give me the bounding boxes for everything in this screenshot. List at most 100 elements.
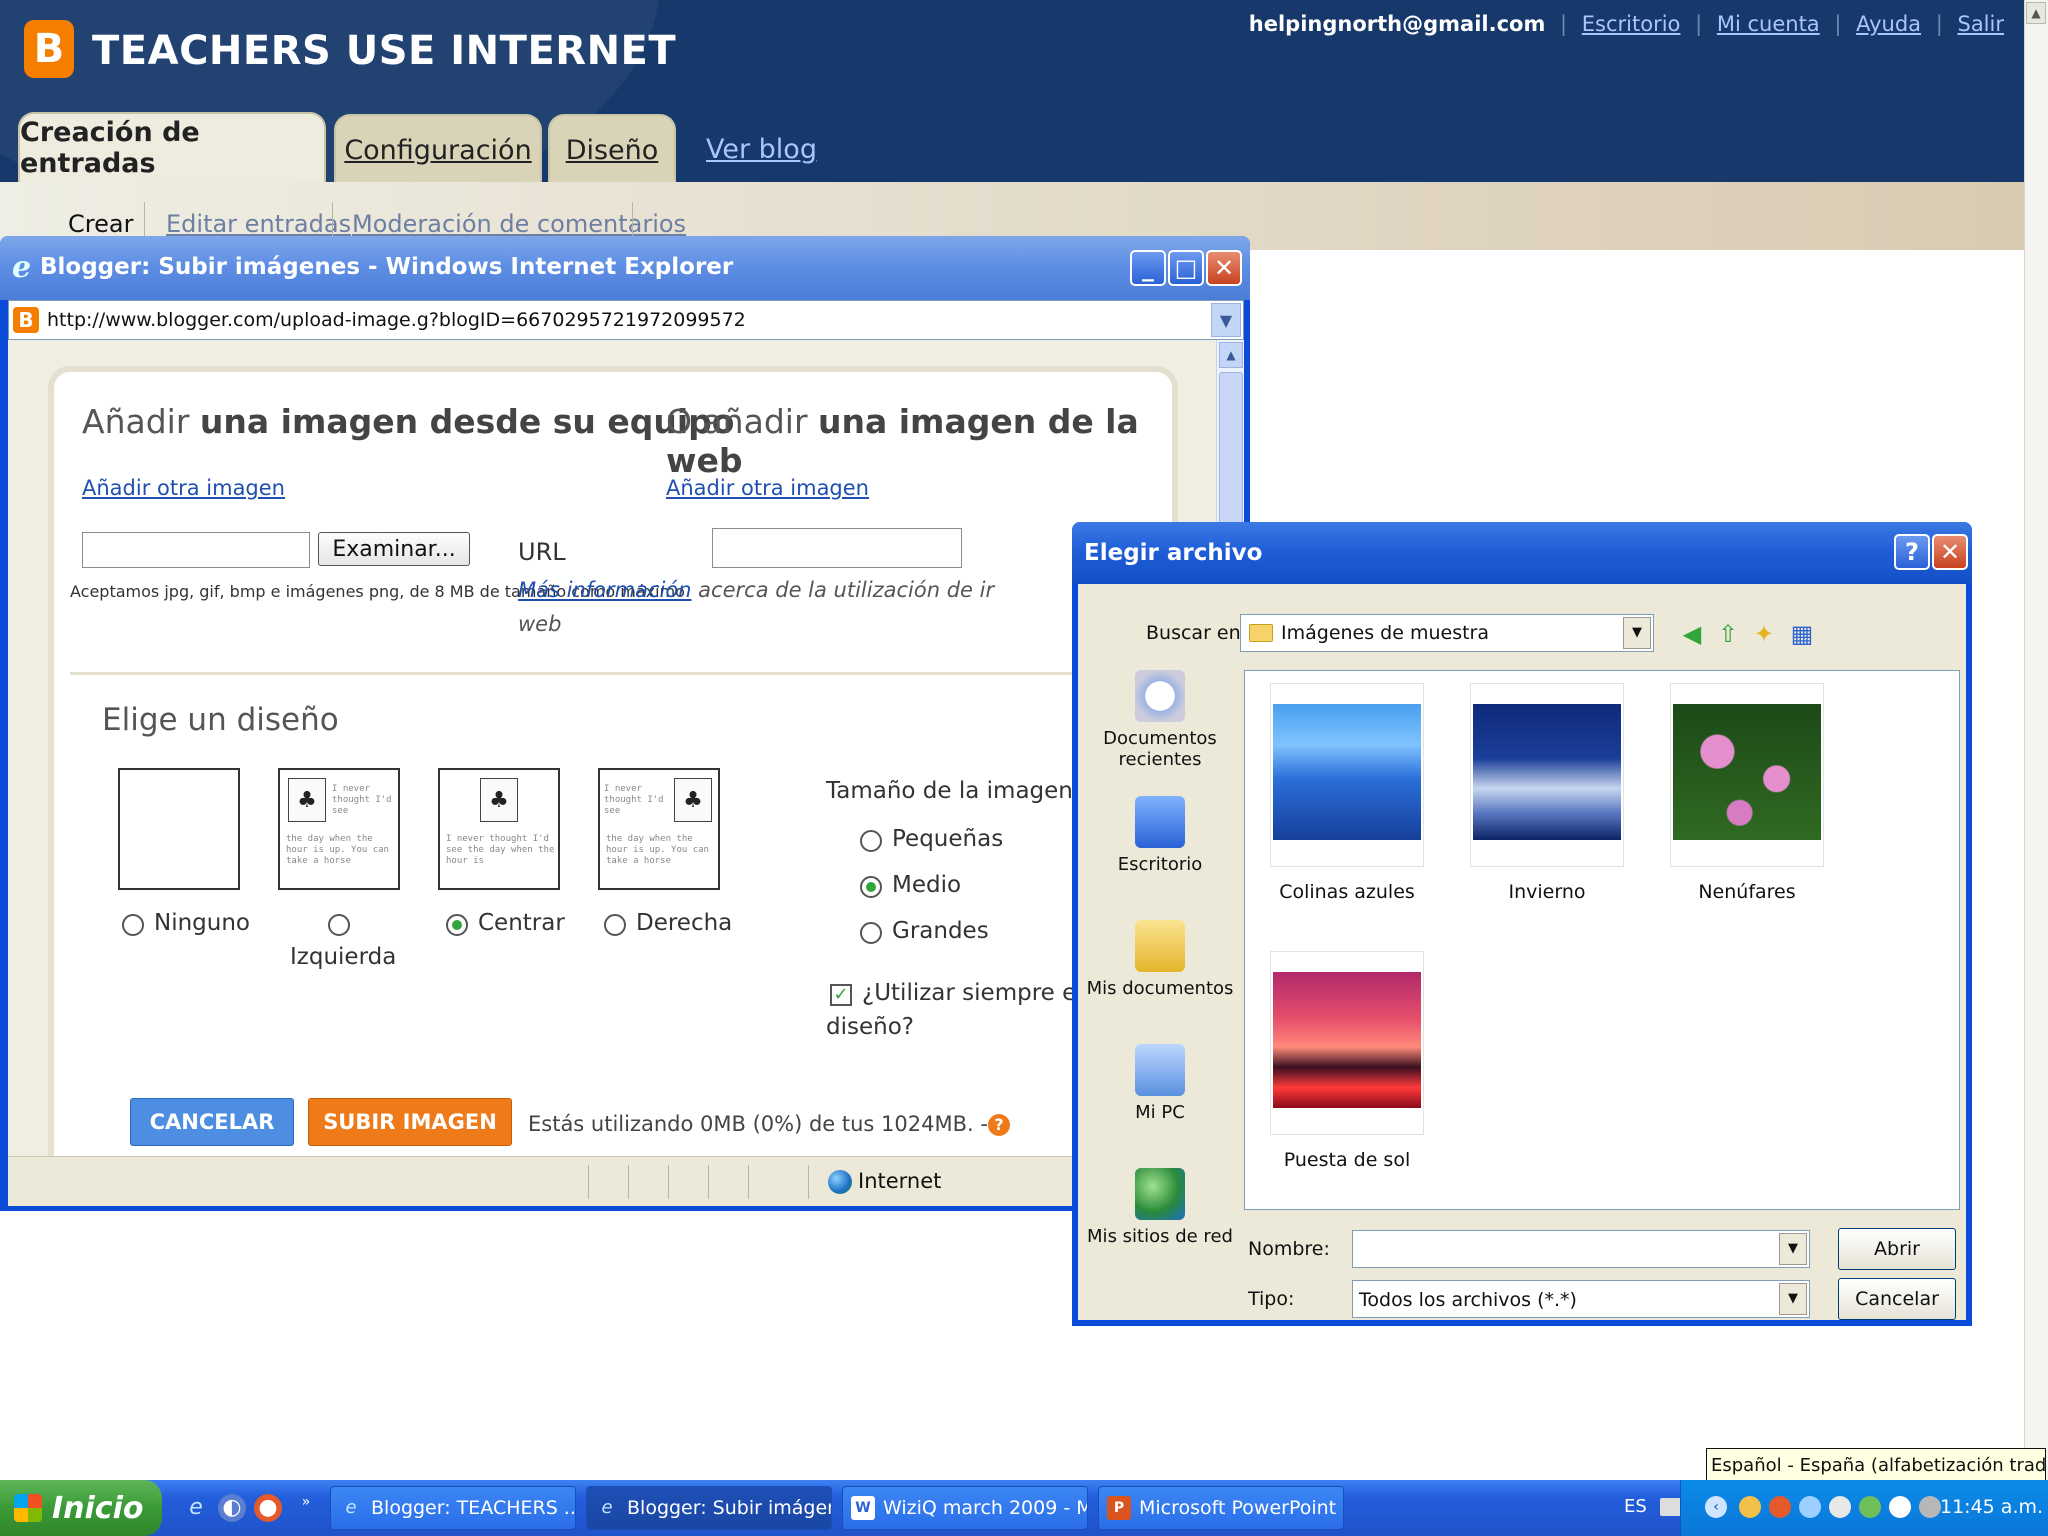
close-icon[interactable]: ✕ [1932, 534, 1968, 570]
subtab-create[interactable]: Crear [68, 210, 133, 238]
back-icon[interactable]: ◀ [1678, 620, 1706, 648]
system-clock[interactable]: 11:45 a.m. [1940, 1496, 2043, 1518]
page-scroll-up-icon[interactable]: ▲ [2026, 2, 2046, 24]
link-sign-out[interactable]: Salir [1957, 12, 2004, 36]
subtab-moderate-comments[interactable]: Moderación de comentarios [352, 210, 686, 238]
look-in-select[interactable]: Imágenes de muestra ▼ [1240, 614, 1654, 652]
file-type-label: Tipo: [1248, 1288, 1295, 1310]
layout-preview-center[interactable]: ♣ I never thought I'd see the day when t… [438, 768, 560, 890]
tab-view-blog[interactable]: Ver blog [706, 134, 817, 165]
size-radio-small[interactable] [860, 830, 882, 852]
ie-status-bar: Internet [8, 1156, 1244, 1206]
antivirus-icon[interactable] [1859, 1496, 1881, 1518]
always-use-checkbox[interactable]: ✓ [830, 984, 852, 1006]
language-indicator[interactable]: ES [1624, 1496, 1647, 1517]
address-bar[interactable]: B http://www.blogger.com/upload-image.g?… [8, 300, 1244, 340]
places-my-computer[interactable]: Mi PC [1084, 1044, 1236, 1123]
subtab-edit-posts[interactable]: Editar entradas [166, 210, 351, 238]
tab-settings[interactable]: Configuración [334, 114, 542, 182]
address-url[interactable]: http://www.blogger.com/upload-image.g?bl… [47, 309, 746, 331]
page-scrollbar[interactable] [2024, 0, 2048, 1480]
link-my-account[interactable]: Mi cuenta [1717, 12, 1820, 36]
file-name-input[interactable]: ▼ [1352, 1230, 1810, 1268]
new-folder-icon[interactable]: ✦ [1750, 620, 1778, 648]
dialog-cancel-button[interactable]: Cancelar [1838, 1278, 1956, 1320]
places-my-documents[interactable]: Mis documentos [1084, 920, 1236, 999]
security-shield-icon[interactable] [1799, 1496, 1821, 1518]
network-icon[interactable] [1829, 1496, 1851, 1518]
help-icon[interactable]: ? [987, 1114, 1010, 1136]
file-type-select[interactable]: Todos los archivos (*.*) ▼ [1352, 1280, 1810, 1318]
tab-layout[interactable]: Diseño [548, 114, 676, 182]
layout-preview-none[interactable] [118, 768, 240, 890]
ie-quicklaunch-icon[interactable]: e [182, 1494, 210, 1522]
network-places-icon [1135, 1168, 1185, 1220]
task-wiziq[interactable]: W WiziQ march 2009 - M... [842, 1486, 1088, 1530]
add-another-image-link-web[interactable]: Añadir otra imagen [666, 476, 869, 500]
start-button[interactable]: Inicio [0, 1480, 162, 1536]
chevron-down-icon[interactable]: ▼ [1623, 617, 1651, 649]
layout-radio-none[interactable] [122, 914, 144, 936]
scroll-up-icon[interactable]: ▲ [1219, 342, 1243, 368]
blog-title[interactable]: TEACHERS USE INTERNET [92, 28, 676, 74]
storage-quota-note: Estás utilizando 0MB (0%) de tus 1024MB.… [528, 1112, 1010, 1136]
heading-prefix: Añadir [82, 402, 200, 441]
firefox-quicklaunch-icon[interactable]: ● [254, 1494, 282, 1522]
open-button[interactable]: Abrir [1838, 1228, 1956, 1270]
sample-text: the day when the hour is up. You can tak… [606, 834, 709, 866]
dialog-titlebar[interactable]: Elegir archivo ? ✕ [1072, 522, 1972, 584]
volume-icon[interactable] [1919, 1496, 1941, 1518]
link-dashboard[interactable]: Escritorio [1582, 12, 1681, 36]
chevron-down-icon[interactable]: ▼ [1779, 1283, 1807, 1315]
up-folder-icon[interactable]: ⇧ [1714, 620, 1742, 648]
add-another-image-link-local[interactable]: Añadir otra imagen [82, 476, 285, 500]
layout-preview-right[interactable]: I never thought I'd see ♣ the day when t… [598, 768, 720, 890]
places-label: Mis documentos [1086, 978, 1234, 999]
app-tray-icon[interactable] [1769, 1496, 1791, 1518]
close-icon[interactable]: ✕ [1206, 250, 1242, 286]
file-chooser-dialog: Elegir archivo ? ✕ Buscar en: Imágenes d… [1072, 522, 1972, 1326]
task-blogger-teachers[interactable]: e Blogger: TEACHERS ... [330, 1486, 576, 1530]
maximize-icon[interactable]: □ [1168, 250, 1204, 286]
file-item-water-lilies[interactable]: Nenúfares [1667, 683, 1827, 903]
file-item-winter[interactable]: Invierno [1467, 683, 1627, 903]
tab-posting[interactable]: Creación de entradas [18, 112, 326, 182]
task-blogger-upload[interactable]: e Blogger: Subir imágen... [586, 1486, 832, 1530]
chevron-down-icon[interactable]: ▼ [1779, 1233, 1807, 1265]
places-recent-documents[interactable]: Documentos recientes [1084, 670, 1236, 770]
more-info-text-2: web [518, 612, 562, 636]
cancel-button[interactable]: CANCELAR [130, 1098, 294, 1146]
task-powerpoint[interactable]: P Microsoft PowerPoint ... [1098, 1486, 1344, 1530]
more-info-link[interactable]: Más información [518, 578, 692, 602]
file-item-sunset[interactable]: Puesta de sol [1267, 951, 1427, 1171]
heading-bold: una imagen desde su equipo [199, 402, 735, 441]
tab-settings-label: Configuración [344, 134, 532, 166]
link-help[interactable]: Ayuda [1856, 12, 1921, 36]
view-menu-icon[interactable]: ▦ [1788, 620, 1816, 648]
places-network[interactable]: Mis sitios de red [1084, 1168, 1236, 1247]
minimize-icon[interactable]: _ [1130, 250, 1166, 286]
layout-preview-left[interactable]: ♣ I never thought I'd see the day when t… [278, 768, 400, 890]
layout-radio-center[interactable] [446, 914, 468, 936]
quicklaunch-overflow-icon[interactable]: » [292, 1488, 320, 1516]
help-icon[interactable]: ? [1894, 534, 1930, 570]
layout-radio-left[interactable] [328, 914, 350, 936]
status-separator [708, 1165, 709, 1199]
blogger-logo-icon[interactable]: B [24, 20, 74, 78]
messenger-icon[interactable] [1739, 1496, 1761, 1518]
image-url-input[interactable] [712, 528, 962, 568]
file-path-input[interactable] [82, 532, 310, 568]
balloon-icon[interactable] [1889, 1496, 1911, 1518]
browser-quicklaunch-icon[interactable]: ◐ [218, 1494, 246, 1522]
tray-expand-icon[interactable]: ‹ [1705, 1496, 1727, 1518]
layout-radio-right[interactable] [604, 914, 626, 936]
ie-titlebar[interactable]: e Blogger: Subir imágenes - Windows Inte… [0, 236, 1250, 300]
size-radio-large[interactable] [860, 922, 882, 944]
file-item-blue-hills[interactable]: Colinas azules [1267, 683, 1427, 903]
size-radio-medium[interactable] [860, 876, 882, 898]
upload-image-button[interactable]: SUBIR IMAGEN [308, 1098, 512, 1146]
browse-button[interactable]: Examinar... [318, 532, 470, 566]
address-dropdown-icon[interactable]: ▼ [1211, 303, 1241, 337]
places-desktop[interactable]: Escritorio [1084, 796, 1236, 875]
file-thumbnail [1470, 683, 1624, 867]
